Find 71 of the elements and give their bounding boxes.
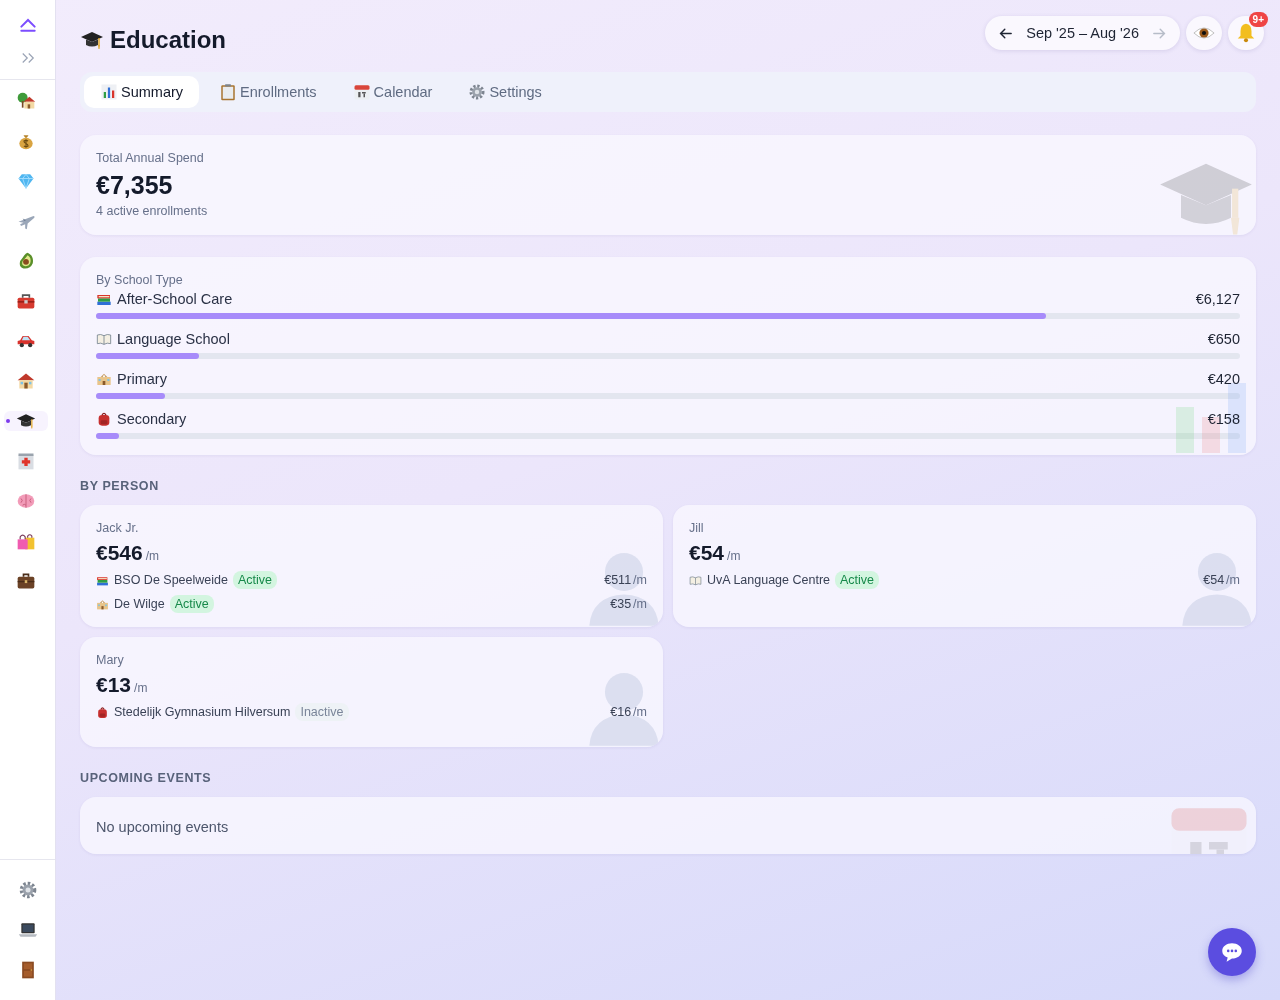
- active-dot-icon: [5, 419, 10, 423]
- open-book-icon: [689, 573, 702, 587]
- school-type-amount: €6,127: [1195, 291, 1240, 307]
- section-heading: BY PERSON: [80, 479, 160, 493]
- backpack-icon: [96, 411, 112, 427]
- person-amount: €546: [96, 541, 143, 565]
- unit-label: /m: [1226, 573, 1240, 587]
- sidebar-item[interactable]: [3, 411, 48, 431]
- empty-message: No upcoming events: [96, 819, 229, 835]
- backpack-icon: [96, 705, 109, 719]
- school-name: De Wilge: [114, 597, 165, 611]
- school-icon: [96, 597, 109, 611]
- status-badge: Active: [169, 595, 214, 613]
- notification-badge: 9+: [1248, 12, 1268, 27]
- unit-label: /m: [727, 549, 741, 563]
- status-badge: Active: [835, 571, 880, 589]
- person-name: Jack Jr.: [96, 521, 140, 535]
- period-label: Sep '25 – Aug '26: [1026, 25, 1139, 41]
- person-amount: €54: [689, 541, 725, 565]
- calendar-icon: [352, 83, 371, 101]
- school-name: Stedelijk Gymnasium Hilversum: [114, 705, 291, 719]
- status-badge: Active: [232, 571, 277, 589]
- open-book-icon: [96, 331, 112, 347]
- school-name: UvA Language Centre: [707, 573, 830, 587]
- unit-label: /m: [134, 681, 148, 695]
- unit-label: /m: [633, 573, 647, 587]
- unit-label: /m: [633, 705, 647, 719]
- brain-icon: [15, 491, 36, 511]
- tab[interactable]: Settings: [452, 76, 558, 108]
- chat-button[interactable]: [1208, 928, 1256, 976]
- school-type-amount: €650: [1207, 331, 1240, 347]
- school-type-label: Language School: [117, 331, 230, 347]
- toolbox-icon: [15, 291, 36, 311]
- enrollment-amount: €511: [604, 573, 632, 587]
- shopping-bags-icon: [15, 531, 36, 551]
- school-name: BSO De Speelweide: [114, 573, 228, 587]
- house-icon: [15, 371, 36, 391]
- total-amount: €7,355: [96, 171, 174, 200]
- school-type-amount: €158: [1207, 411, 1240, 427]
- school-type-label: Secondary: [117, 411, 187, 427]
- school-type-label: After-School Care: [117, 291, 233, 307]
- enrollment-count: 4 active enrollments: [96, 204, 209, 218]
- school-icon: [96, 371, 112, 387]
- house-tree-icon: [15, 91, 36, 111]
- bar-chart-icon: [100, 83, 118, 101]
- gear-icon: [468, 83, 487, 101]
- bell-icon: [1235, 22, 1257, 44]
- diamond-icon: [15, 171, 36, 191]
- unit-label: /m: [145, 549, 160, 563]
- school-type-amount: €420: [1207, 371, 1240, 387]
- person-amount: €13: [96, 673, 132, 697]
- tab[interactable]: Summary: [84, 76, 200, 108]
- laptop-icon: [17, 920, 38, 940]
- total-label: Total Annual Spend: [96, 151, 205, 165]
- school-type-label: Primary: [117, 371, 167, 387]
- page-title: Education: [110, 26, 226, 54]
- enrollment-amount: €16: [610, 705, 632, 719]
- visibility-button[interactable]: [1186, 16, 1222, 50]
- status-badge: Inactive: [295, 703, 349, 721]
- enrollment-amount: €54: [1203, 573, 1225, 587]
- unit-label: /m: [633, 597, 647, 611]
- enrollment-amount: €35: [610, 597, 632, 611]
- person-name: Mary: [96, 653, 125, 667]
- gear-icon: [17, 880, 38, 900]
- briefcase-icon: [15, 571, 36, 591]
- section-heading: UPCOMING EVENTS: [80, 771, 213, 785]
- clipboard-icon: [219, 83, 238, 101]
- tab[interactable]: Enrollments: [203, 76, 333, 108]
- person-name: Jill: [689, 521, 705, 535]
- section-label: By School Type: [96, 273, 184, 287]
- tab[interactable]: Calendar: [336, 76, 449, 108]
